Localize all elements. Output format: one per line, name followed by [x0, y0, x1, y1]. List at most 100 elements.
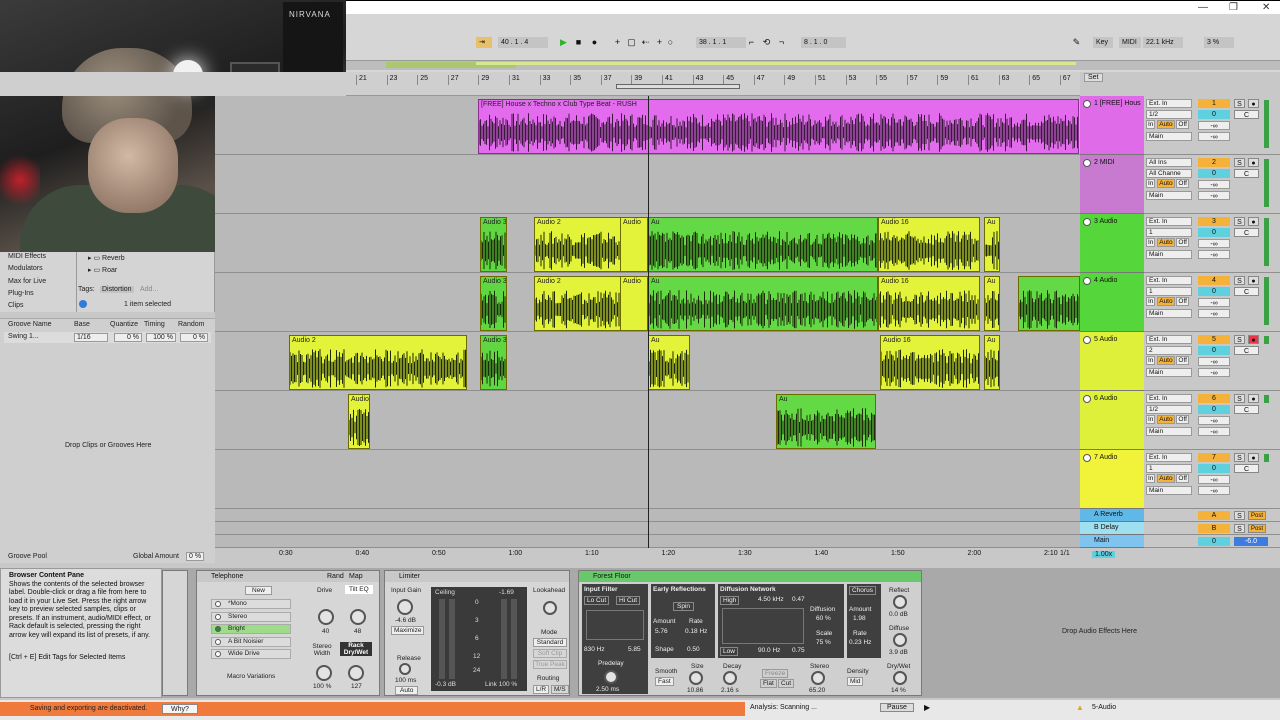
tag-add[interactable]: Add...	[140, 286, 158, 293]
fold-icon[interactable]	[1083, 277, 1091, 285]
monitor-buttons[interactable]: In Auto Off	[1146, 120, 1189, 129]
pan-value[interactable]: C	[1234, 464, 1259, 473]
track-header-1[interactable]: 1 [FREE] Hous	[1080, 96, 1144, 155]
overdub-icon[interactable]: +	[612, 37, 623, 48]
folder-reverb[interactable]: ▸ ▭ Reverb	[88, 254, 125, 262]
return-name[interactable]: A Reverb	[1094, 511, 1123, 518]
clip-audio16[interactable]: Audio 16	[880, 335, 980, 390]
track-name[interactable]: 5 Audio	[1094, 336, 1117, 343]
back-to-arrangement-icon[interactable]: ⇠	[640, 37, 651, 48]
clip-audio[interactable]: Audio	[620, 276, 648, 331]
record-icon[interactable]: ●	[589, 37, 600, 48]
track-header-7[interactable]: 7 Audio	[1080, 450, 1144, 509]
clip-audio2[interactable]: Audio 2	[289, 335, 467, 390]
pan-value[interactable]: C	[1234, 169, 1259, 178]
send-b-value[interactable]: -∞	[1198, 368, 1230, 377]
minimize-icon[interactable]: —	[1198, 2, 1208, 13]
input-channel-select[interactable]: 1	[1146, 464, 1192, 473]
clip-au[interactable]: Au	[984, 335, 1000, 390]
lookahead-knob[interactable]	[543, 601, 557, 615]
send-b-value[interactable]: -∞	[1198, 427, 1230, 436]
track-name[interactable]: 3 Audio	[1094, 218, 1117, 225]
diffuse-knob[interactable]	[893, 633, 907, 647]
monitor-buttons[interactable]: In Auto Off	[1146, 356, 1189, 365]
reflect-knob[interactable]	[893, 595, 907, 609]
clip-audio[interactable]: Audio	[348, 394, 370, 449]
midi-map-button[interactable]: MIDI	[1119, 37, 1141, 48]
follow-button[interactable]: ⇥	[476, 37, 492, 48]
pan-value[interactable]: C	[1234, 346, 1259, 355]
input-type-select[interactable]: Ext. In	[1146, 217, 1192, 226]
input-channel-select[interactable]: 1/2	[1146, 405, 1192, 414]
clip-audio16[interactable]: Audio 16	[878, 276, 980, 331]
density-select[interactable]: Mid	[847, 677, 864, 686]
main-volume[interactable]: 0	[1198, 537, 1230, 546]
output-select[interactable]: Main	[1146, 132, 1192, 141]
device-limiter[interactable]: Limiter Input Gain -4.6 dB Maximize Rele…	[384, 570, 570, 696]
new-preset-button[interactable]: New	[245, 586, 273, 595]
browser-item-modulators[interactable]: Modulators	[8, 265, 43, 272]
track-number[interactable]: 3	[1198, 217, 1230, 226]
input-channel-select[interactable]: 2	[1146, 346, 1192, 355]
send-a-value[interactable]: -∞	[1198, 475, 1230, 484]
clip-audio3[interactable]: Audio 3	[480, 276, 507, 331]
beat-ruler[interactable]: 21 23 25 27 29 31 33 35 37 39 41 43 45 47 49 51 53 55 57 59…	[346, 72, 1080, 96]
clip-chops[interactable]: Au	[648, 217, 878, 272]
monitor-buttons[interactable]: In Auto Off	[1146, 474, 1189, 483]
solo-button[interactable]: S	[1234, 524, 1245, 533]
solo-button[interactable]: S	[1234, 99, 1245, 108]
preset-item[interactable]: Stereo	[211, 611, 291, 622]
arm-button[interactable]: ●	[1248, 99, 1259, 108]
preset-item[interactable]: A Bit Noisier	[211, 636, 291, 647]
spin-button[interactable]: Spin	[673, 602, 695, 611]
return-header-2[interactable]: B Delay	[1080, 522, 1144, 535]
arm-button[interactable]: ●	[1248, 394, 1259, 403]
track-number[interactable]: 4	[1198, 276, 1230, 285]
mode-truepeak[interactable]: True Peak	[533, 660, 567, 669]
hi-cut-button[interactable]: Hi Cut	[616, 596, 641, 605]
loop-brace[interactable]	[616, 84, 740, 89]
preset-item[interactable]: Wide Drive	[211, 649, 291, 659]
return-header-1[interactable]: A Reverb	[1080, 509, 1144, 522]
solo-button[interactable]: S	[1234, 335, 1245, 344]
input-type-select[interactable]: Ext. In	[1146, 276, 1192, 285]
arm-button[interactable]: ●	[1248, 453, 1259, 462]
clip-au[interactable]: Au	[984, 276, 1000, 331]
close-icon[interactable]: ✕	[1262, 2, 1270, 13]
input-channel-select[interactable]: 1	[1146, 228, 1192, 237]
loop-icon[interactable]: ⟲	[761, 37, 772, 48]
track-number[interactable]: 1	[1198, 99, 1230, 108]
session-record-icon[interactable]: ○	[665, 37, 676, 48]
volume-value[interactable]: 0	[1198, 464, 1230, 473]
arm-button[interactable]: ●	[1248, 335, 1259, 344]
mode-softclip[interactable]: Soft Clip	[533, 649, 567, 658]
auto-release-button[interactable]: Auto	[395, 686, 419, 695]
send-b-value[interactable]: -∞	[1198, 250, 1230, 259]
folder-roar[interactable]: ▸ ▭ Roar	[88, 266, 117, 274]
monitor-buttons[interactable]: In Auto Off	[1146, 179, 1189, 188]
input-type-select[interactable]: All Ins	[1146, 158, 1192, 167]
cut-button[interactable]: Cut	[778, 679, 795, 688]
monitor-buttons[interactable]: In Auto Off	[1146, 238, 1189, 247]
send-a-value[interactable]: -∞	[1198, 357, 1230, 366]
preset-radio-icon[interactable]	[215, 651, 221, 657]
send-a-value[interactable]: -∞	[1198, 298, 1230, 307]
clip-chops[interactable]: Au	[776, 394, 876, 449]
device-telephone[interactable]: Telephone Rand Map New Drive 40 Tilt EQ …	[196, 570, 380, 696]
solo-button[interactable]: S	[1234, 511, 1245, 520]
macro-variations[interactable]: Macro Variations	[227, 673, 275, 680]
clip-audio3[interactable]: Audio 3	[480, 335, 507, 390]
preset-radio-icon[interactable]	[215, 613, 221, 620]
solo-button[interactable]: S	[1234, 453, 1245, 462]
monitor-buttons[interactable]: In Auto Off	[1146, 297, 1189, 306]
size-knob[interactable]	[689, 671, 703, 685]
pan-value[interactable]: C	[1234, 287, 1259, 296]
track-name[interactable]: 6 Audio	[1094, 395, 1117, 402]
mode-standard[interactable]: Standard	[533, 638, 567, 647]
preset-radio-icon[interactable]	[215, 638, 221, 645]
track-name[interactable]: 2 MIDI	[1094, 159, 1115, 166]
track-header-6[interactable]: 6 Audio	[1080, 391, 1144, 450]
predelay-knob[interactable]	[604, 670, 618, 684]
track-number[interactable]: 2	[1198, 158, 1230, 167]
high-button[interactable]: High	[720, 596, 740, 605]
